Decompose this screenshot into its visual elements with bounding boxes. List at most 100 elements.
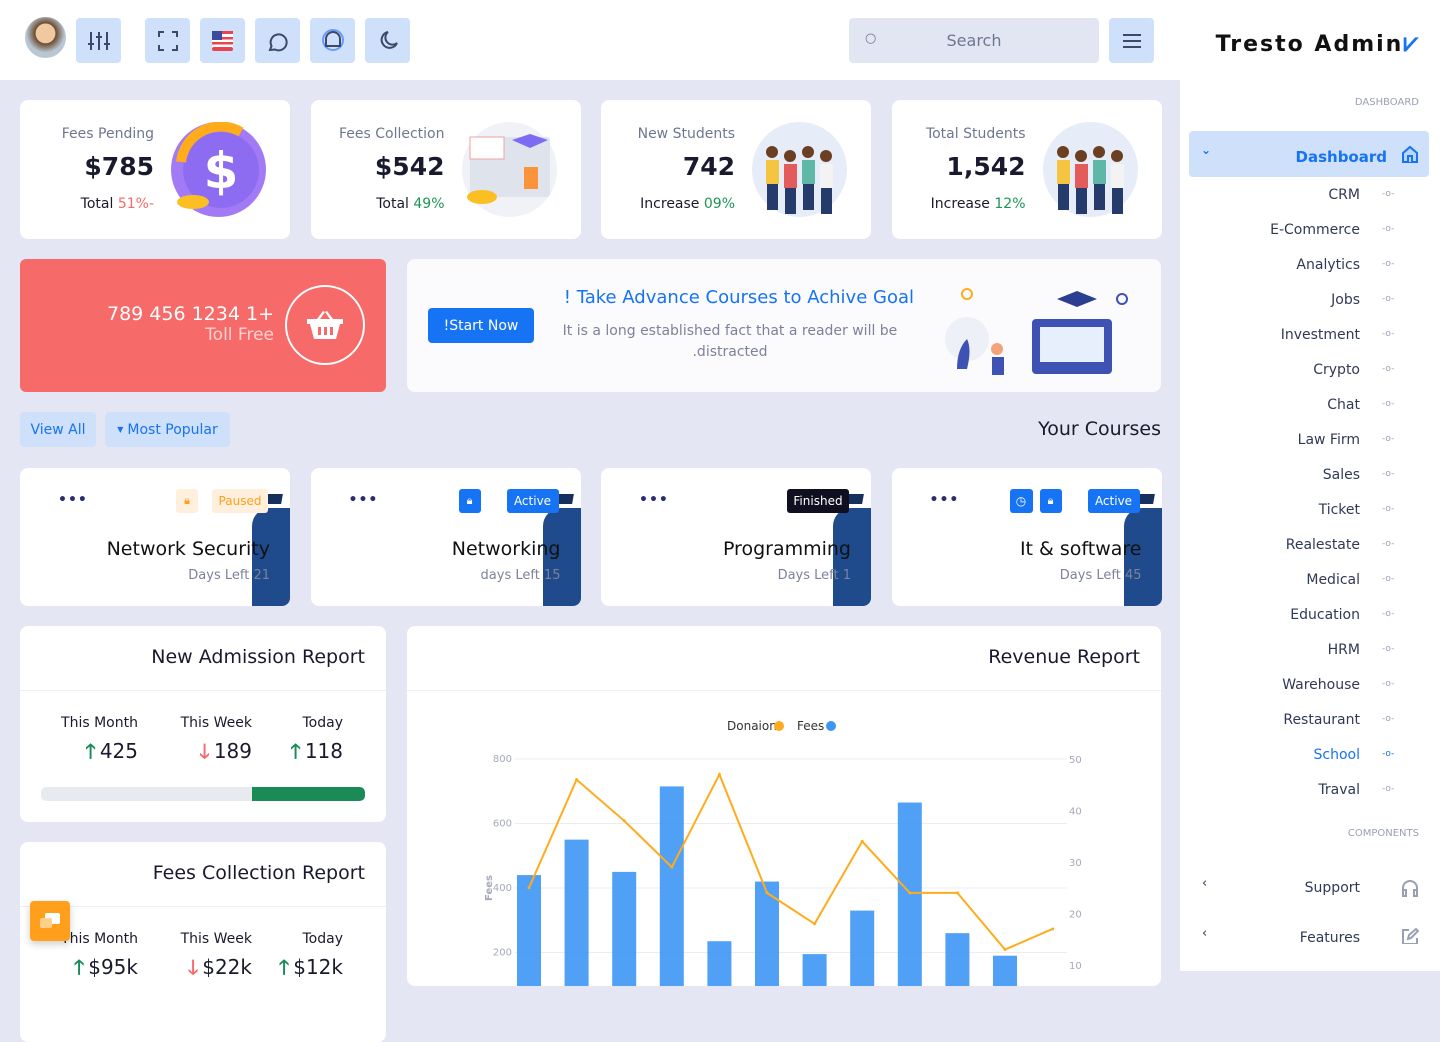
- status-badge: Active: [506, 489, 559, 513]
- donation-point[interactable]: [670, 865, 674, 869]
- donation-point[interactable]: [955, 891, 959, 895]
- menu-toggle-button[interactable]: [1109, 18, 1154, 63]
- clock-icon[interactable]: ◷: [1009, 489, 1033, 513]
- report-stat-label: This Week: [180, 931, 252, 947]
- fees-bar[interactable]: [612, 871, 637, 986]
- sliders-icon[interactable]: [76, 18, 121, 63]
- fees-bar[interactable]: [802, 954, 827, 986]
- course-days-left: Days Left 21: [188, 568, 270, 583]
- sidebar-item-jobs[interactable]: Jobs: [1331, 292, 1360, 308]
- search-input[interactable]: ○ Search: [849, 18, 1099, 63]
- avatar[interactable]: [25, 17, 66, 58]
- legend-fees[interactable]: Fees: [797, 719, 824, 733]
- fees-bar[interactable]: [517, 875, 541, 986]
- sidebar-item-support[interactable]: Support: [1305, 880, 1360, 896]
- banner-title: ! Take Advance Courses to Achive Goal: [563, 287, 914, 308]
- legend-fees-marker: [826, 721, 836, 731]
- sidebar-item-warehouse[interactable]: Warehouse: [1282, 677, 1360, 693]
- sidebar-item-features[interactable]: Features: [1300, 930, 1360, 944]
- sidebar-item-realestate[interactable]: Realestate: [1286, 537, 1360, 553]
- arrow-up-icon: 🡑: [278, 955, 290, 979]
- caret-down-icon: ▼: [117, 425, 124, 434]
- sidebar-item-school[interactable]: School: [1314, 747, 1360, 763]
- legend-donation[interactable]: Donaion: [727, 719, 777, 733]
- more-options-icon[interactable]: •••: [930, 492, 960, 508]
- toll-free-card: 789 456 1234 1+ Toll Free: [20, 259, 386, 392]
- lock-icon[interactable]: 🔒︎: [1039, 489, 1062, 513]
- sidebar-item-investment[interactable]: Investment: [1281, 327, 1360, 343]
- most-popular-dropdown[interactable]: ▼ Most Popular: [105, 412, 230, 447]
- more-options-icon[interactable]: •••: [349, 492, 379, 508]
- donation-point[interactable]: [622, 819, 626, 823]
- sidebar-item-dashboard[interactable]: ⌄ Dashboard: [1189, 131, 1429, 177]
- report-stat-value: 🡑 118: [290, 737, 343, 771]
- svg-text:$: $: [204, 142, 239, 200]
- chevron-left-icon: ‹: [1202, 876, 1208, 891]
- sidebar-item-law-firm[interactable]: Law Firm: [1298, 432, 1360, 448]
- more-options-icon[interactable]: •••: [639, 492, 669, 508]
- course-card[interactable]: ••• Active 🔒︎ ◷ It & software Days Left 45: [891, 468, 1162, 606]
- fees-bar[interactable]: [707, 941, 732, 986]
- stat-card: New Students 742 Increase 09%: [601, 100, 871, 239]
- donation-point[interactable]: [575, 778, 579, 782]
- bullet-icon: -o-: [1382, 679, 1395, 689]
- donation-point[interactable]: [860, 839, 864, 843]
- fees-bar[interactable]: [945, 933, 970, 986]
- stat-label: Total Students: [925, 126, 1026, 142]
- course-card[interactable]: ••• Paused 🔒︎ Network Security Days Left 21: [20, 468, 290, 606]
- sidebar-item-chat[interactable]: Chat: [1327, 397, 1360, 413]
- donation-point[interactable]: [813, 922, 817, 926]
- sidebar-item-education[interactable]: Education: [1290, 607, 1360, 623]
- sidebar-item-medical[interactable]: Medical: [1306, 572, 1360, 588]
- sidebar-item-ticket[interactable]: Ticket: [1319, 502, 1360, 518]
- fullscreen-icon[interactable]: [145, 18, 190, 63]
- sidebar-item-crypto[interactable]: Crypto: [1313, 362, 1360, 378]
- sidebar-item-traval[interactable]: Traval: [1318, 782, 1360, 798]
- sidebar-item-label: Dashboard: [1295, 148, 1387, 166]
- sidebar-item-hrm[interactable]: HRM: [1328, 642, 1360, 658]
- stat-value: 1,542: [946, 152, 1026, 181]
- stat-change: 12%: [994, 196, 1026, 212]
- course-days-left: Days Left 45: [1059, 568, 1142, 583]
- donation-point[interactable]: [908, 891, 912, 895]
- donation-point[interactable]: [1051, 927, 1055, 931]
- start-now-button[interactable]: !Start Now: [428, 308, 534, 343]
- view-all-button[interactable]: View All: [20, 412, 96, 447]
- fees-bar[interactable]: [564, 839, 589, 986]
- right-tick-label: 40: [1069, 807, 1082, 818]
- course-card[interactable]: ••• Finished Programming Days Left 1: [601, 468, 871, 606]
- us-flag-icon[interactable]: [200, 18, 245, 63]
- sidebar-item-restaurant[interactable]: Restaurant: [1283, 712, 1360, 728]
- sidebar-item-sales[interactable]: Sales: [1323, 467, 1360, 483]
- bell-icon[interactable]: [310, 18, 355, 63]
- chat-icon[interactable]: [255, 18, 300, 63]
- revenue-chart: 800 600 400 200 50 40 30 20 10 Fees Donaion Fees: [484, 719, 1082, 986]
- stat-sub-label: Total: [376, 196, 409, 212]
- fees-bar[interactable]: [659, 786, 684, 986]
- left-tick-label: 400: [493, 883, 512, 894]
- stat-label: Fees Pending: [61, 126, 154, 142]
- donation-point[interactable]: [1003, 948, 1007, 952]
- donation-point[interactable]: [765, 891, 769, 895]
- arrow-down-icon: 🡓: [187, 955, 199, 979]
- more-options-icon[interactable]: •••: [58, 492, 88, 508]
- students-illustration: [752, 122, 847, 217]
- right-tick-label: 50: [1069, 755, 1082, 766]
- stat-change: 51%-: [117, 196, 154, 212]
- lock-icon[interactable]: 🔒︎: [458, 489, 481, 513]
- sidebar-item-crm[interactable]: CRM: [1328, 187, 1360, 203]
- moon-icon[interactable]: [365, 18, 410, 63]
- bullet-icon: -o-: [1382, 224, 1395, 234]
- donation-point[interactable]: [527, 886, 531, 890]
- stat-card: Fees Pending $785 Total 51%- $: [20, 100, 290, 239]
- fees-bar[interactable]: [850, 910, 875, 986]
- chat-fab-button[interactable]: [30, 901, 70, 941]
- right-tick-label: 20: [1069, 910, 1082, 921]
- lock-icon[interactable]: 🔒︎: [176, 489, 198, 513]
- sidebar-item-e-commerce[interactable]: E-Commerce: [1270, 222, 1360, 238]
- admission-progress-bar: [41, 787, 365, 801]
- donation-point[interactable]: [717, 772, 721, 776]
- course-card[interactable]: ••• Active 🔒︎ Networking days Left 15: [310, 468, 581, 606]
- stat-card: Fees Collection $542 Total 49%: [310, 100, 581, 239]
- sidebar-item-analytics[interactable]: Analytics: [1296, 257, 1360, 273]
